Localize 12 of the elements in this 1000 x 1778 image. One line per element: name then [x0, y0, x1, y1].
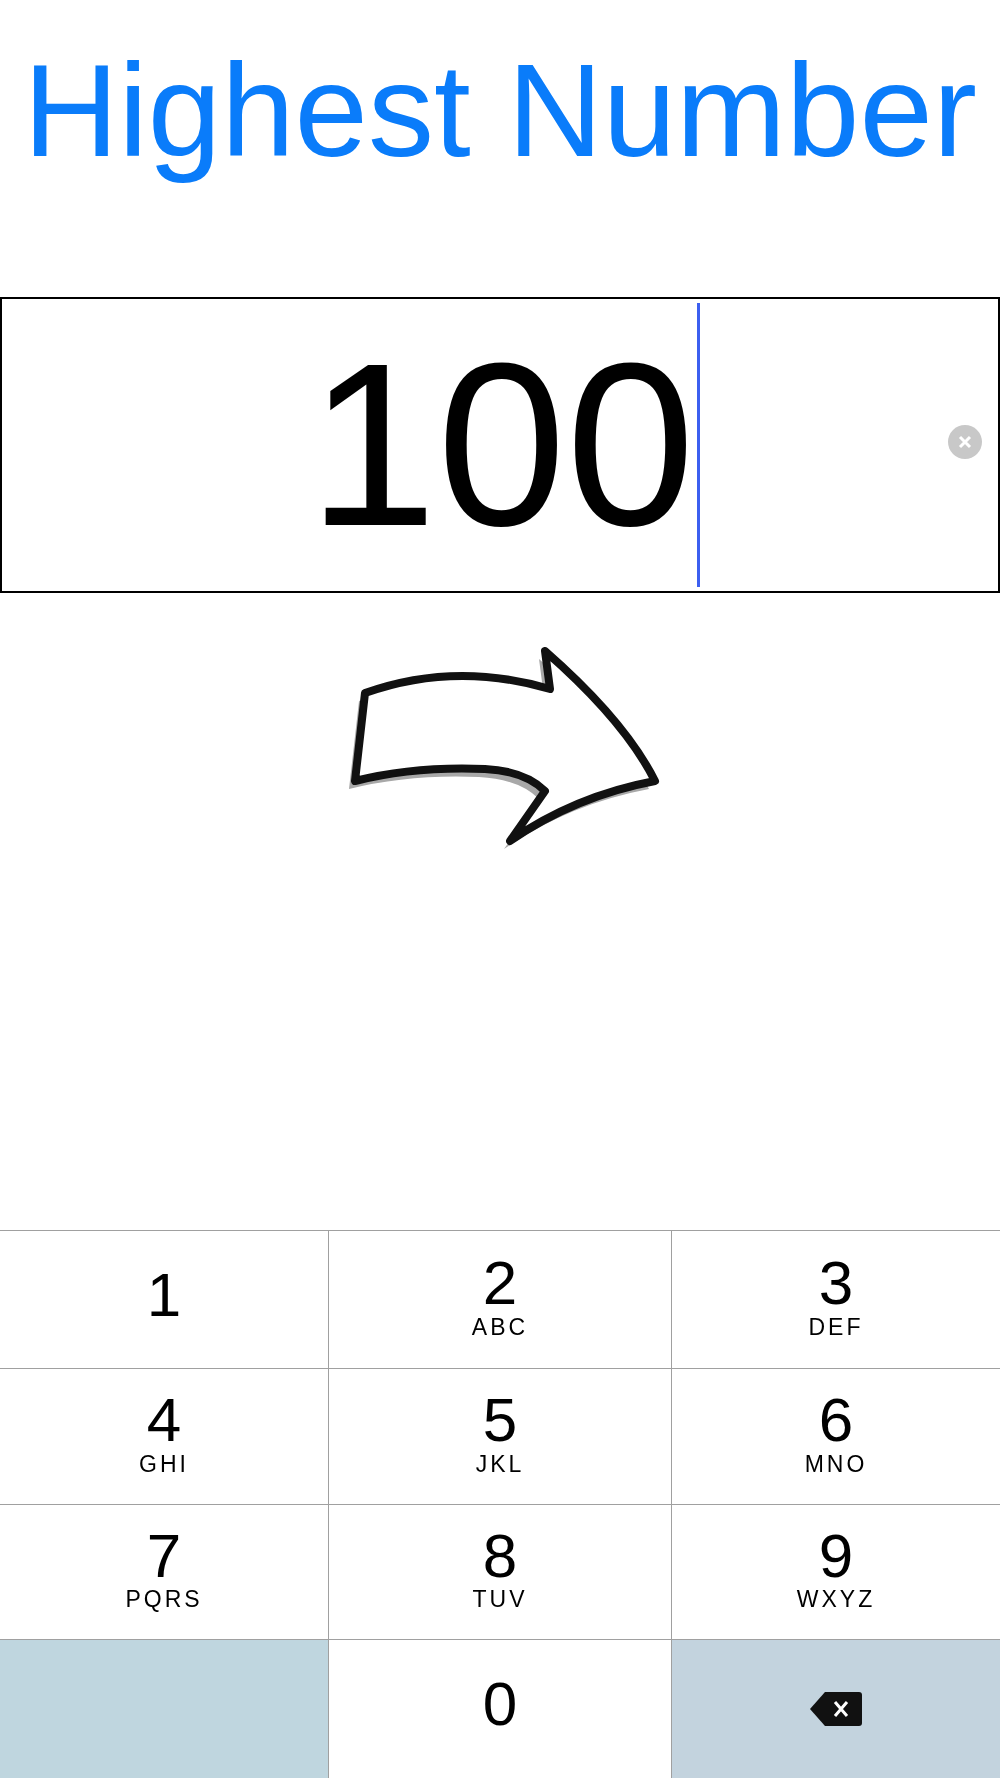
number-key[interactable]: 5 JKL: [329, 1369, 672, 1505]
page-title: Highest Number: [23, 38, 977, 184]
number-key[interactable]: 2 ABC: [329, 1231, 672, 1369]
delete-key[interactable]: [672, 1640, 1000, 1778]
number-key[interactable]: 8 TUV: [329, 1505, 672, 1640]
field-value: 100: [307, 328, 696, 561]
backspace-icon: [809, 1690, 863, 1728]
number-key[interactable]: 7 PQRS: [0, 1505, 329, 1640]
close-icon: [958, 434, 972, 449]
number-field[interactable]: 100: [0, 296, 1000, 593]
number-key[interactable]: 1: [0, 1231, 329, 1369]
number-key[interactable]: 4 GHI: [0, 1369, 329, 1505]
